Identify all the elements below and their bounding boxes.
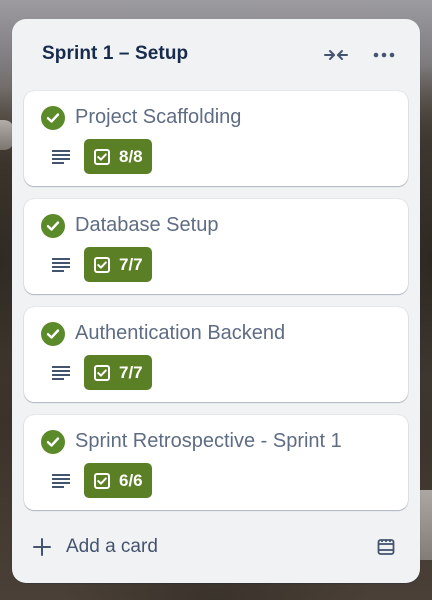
background-snow-right — [418, 490, 432, 560]
card-template-icon — [377, 539, 395, 555]
list-title[interactable]: Sprint 1 – Setup — [42, 43, 188, 65]
complete-check-icon[interactable] — [41, 322, 65, 346]
checkbox-icon — [94, 148, 110, 165]
card[interactable]: Sprint Retrospective - Sprint 1 6/6 — [24, 415, 408, 510]
card[interactable]: Project Scaffolding 8/8 — [24, 91, 408, 186]
checkbox-icon — [94, 364, 110, 381]
description-icon — [52, 474, 70, 488]
list-actions-button[interactable] — [368, 41, 400, 69]
create-from-template-button[interactable] — [370, 531, 402, 563]
checklist-count: 6/6 — [119, 470, 143, 490]
more-horizontal-icon — [373, 52, 395, 58]
checklist-badge: 7/7 — [84, 247, 152, 282]
description-icon — [52, 258, 70, 272]
checklist-badge: 8/8 — [84, 139, 152, 174]
checklist-count: 8/8 — [119, 146, 143, 166]
collapse-list-button[interactable] — [320, 41, 352, 69]
card-title: Sprint Retrospective - Sprint 1 — [75, 430, 342, 452]
list-footer: Add a card — [12, 525, 420, 569]
card-title: Authentication Backend — [75, 322, 286, 344]
description-icon — [52, 150, 70, 164]
checklist-count: 7/7 — [119, 254, 143, 274]
card[interactable]: Authentication Backend 7/7 — [24, 307, 408, 402]
checklist-badge: 7/7 — [84, 355, 152, 390]
complete-check-icon[interactable] — [41, 106, 65, 130]
list-header: Sprint 1 – Setup — [12, 19, 420, 93]
list-column: Sprint 1 – Setup Project Scaffolding 8/8… — [12, 19, 420, 583]
card-title: Database Setup — [75, 214, 219, 236]
checkbox-icon — [94, 256, 110, 273]
card-title: Project Scaffolding — [75, 106, 242, 128]
description-icon — [52, 366, 70, 380]
card[interactable]: Database Setup 7/7 — [24, 199, 408, 294]
plus-icon — [33, 538, 51, 556]
checklist-badge: 6/6 — [84, 463, 152, 498]
checklist-count: 7/7 — [119, 362, 143, 382]
complete-check-icon[interactable] — [41, 214, 65, 238]
checkbox-icon — [94, 472, 110, 489]
collapse-arrows-icon — [324, 50, 348, 60]
add-card-button[interactable]: Add a card — [32, 531, 158, 563]
complete-check-icon[interactable] — [41, 430, 65, 454]
add-card-label: Add a card — [66, 536, 158, 557]
